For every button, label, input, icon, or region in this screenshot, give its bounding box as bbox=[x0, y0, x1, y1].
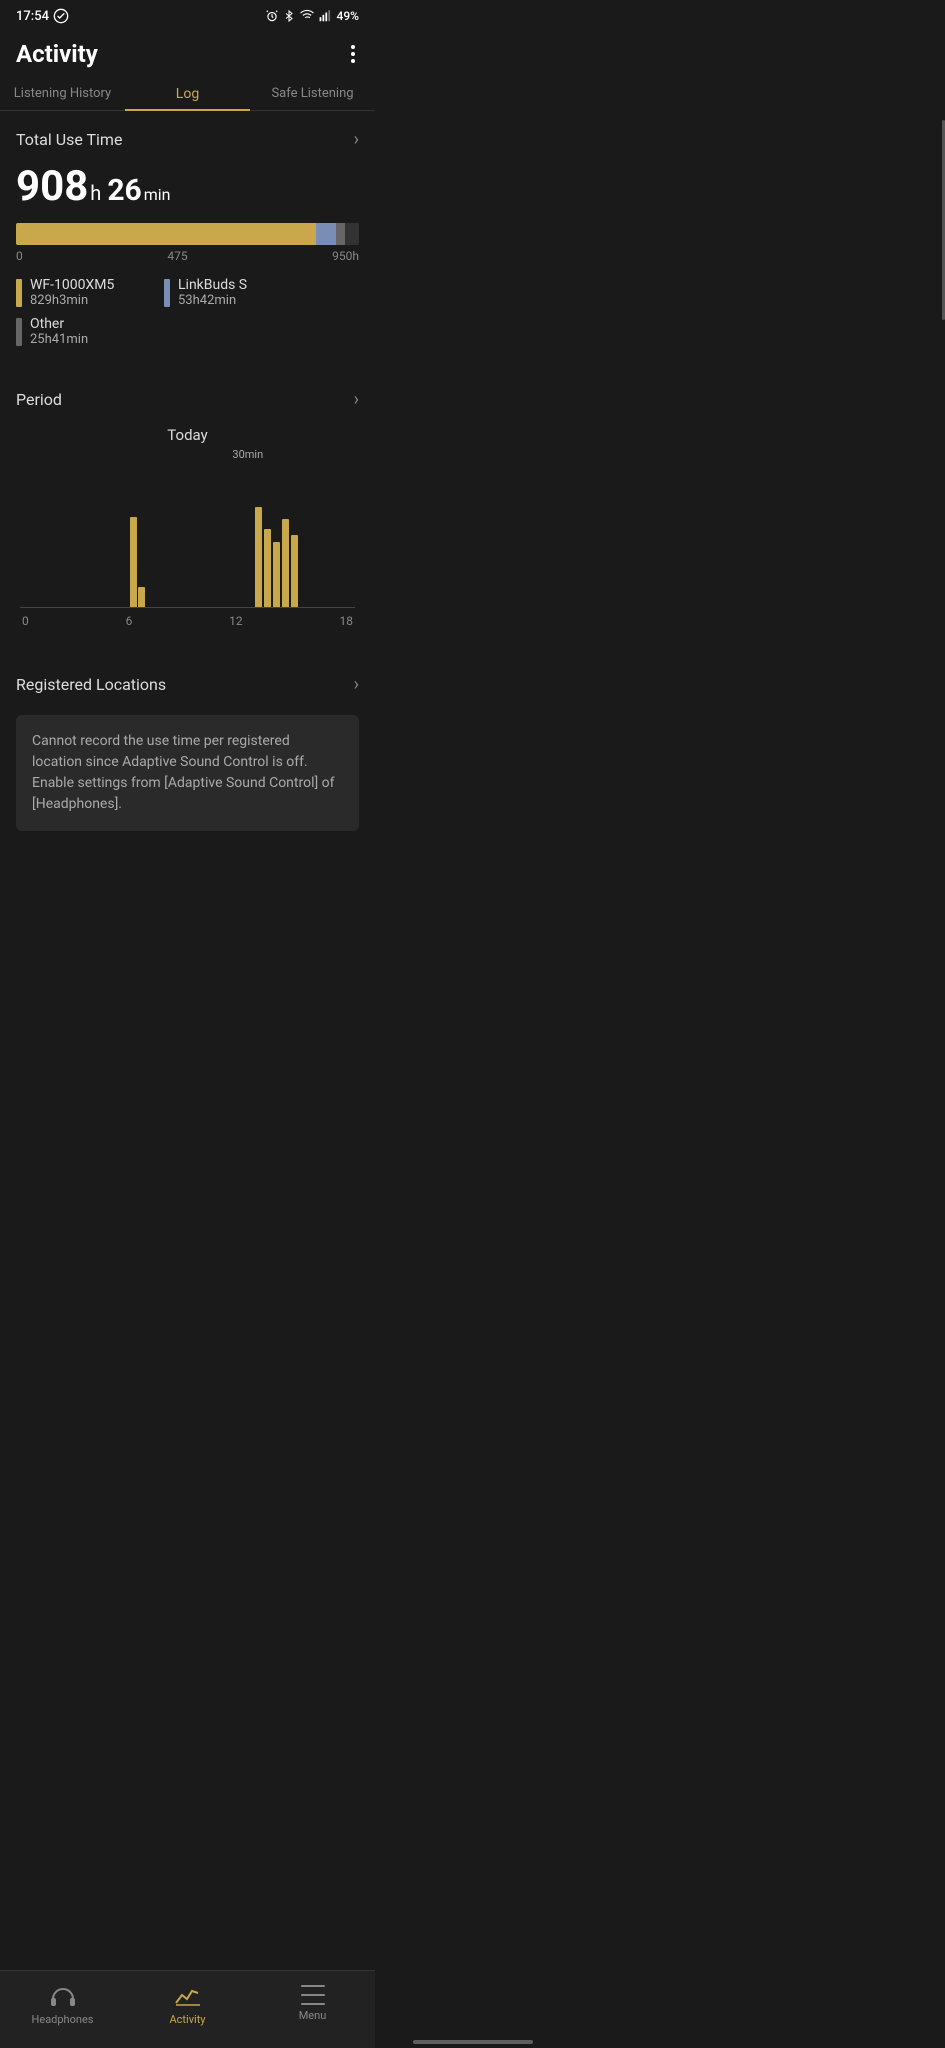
x-label-0: 0 bbox=[22, 614, 29, 628]
locations-label: Registered Locations bbox=[16, 675, 166, 694]
legend-wf: WF-1000XM5 829h3min bbox=[16, 277, 156, 308]
legend-other-name: Other bbox=[30, 316, 88, 332]
status-time-area: 17:54 bbox=[16, 8, 69, 24]
progress-other-segment bbox=[336, 223, 345, 245]
bar-12-1 bbox=[130, 517, 137, 607]
axis-start: 0 bbox=[16, 249, 23, 263]
total-use-time-label: Total Use Time bbox=[16, 130, 122, 149]
progress-bar bbox=[16, 223, 359, 245]
locations-info-box: Cannot record the use time per registere… bbox=[16, 715, 359, 831]
alarm-icon bbox=[265, 9, 279, 23]
axis-end: 950h bbox=[332, 249, 359, 263]
total-use-time-row[interactable]: Total Use Time › bbox=[16, 111, 359, 158]
hours-value: 908 bbox=[16, 162, 88, 211]
legend-wf-name: WF-1000XM5 bbox=[30, 277, 114, 293]
chart-title: Today bbox=[16, 426, 359, 444]
period-section: Period › Today 30min bbox=[16, 371, 359, 632]
header: Activity bbox=[0, 28, 375, 76]
nav-headphones-label: Headphones bbox=[32, 2013, 94, 2026]
nav-menu-label: Menu bbox=[299, 2009, 327, 2022]
period-label: Period bbox=[16, 390, 62, 409]
legend-lb-time: 53h42min bbox=[178, 293, 247, 308]
bar-16-5 bbox=[291, 535, 298, 607]
progress-axis-labels: 0 475 950h bbox=[16, 249, 359, 263]
progress-lb-segment bbox=[316, 223, 336, 245]
bar-12-2 bbox=[138, 587, 145, 607]
more-dot-3 bbox=[351, 59, 355, 63]
legend-wf-time: 829h3min bbox=[30, 293, 114, 308]
check-circle-icon bbox=[53, 8, 69, 24]
tab-safe-listening[interactable]: Safe Listening bbox=[250, 76, 375, 110]
legend-lb-color bbox=[164, 279, 170, 307]
minutes-label: min bbox=[144, 185, 171, 204]
chart-container: Today 30min bbox=[16, 426, 359, 632]
tab-listening-history[interactable]: Listening History bbox=[0, 76, 125, 110]
battery-percentage: 49% bbox=[337, 9, 359, 23]
time-display-row: 908 h 26 min bbox=[16, 162, 359, 211]
progress-wf-segment bbox=[16, 223, 316, 245]
bottom-nav: Headphones Activity Menu bbox=[0, 1970, 375, 2048]
home-indicator bbox=[413, 2040, 533, 2044]
more-dot-1 bbox=[351, 45, 355, 49]
status-bar: 17:54 49% bbox=[0, 0, 375, 28]
chart-bars bbox=[20, 468, 355, 608]
bluetooth-icon bbox=[283, 9, 295, 23]
legend-other-time: 25h41min bbox=[30, 332, 88, 347]
locations-row[interactable]: Registered Locations › bbox=[16, 656, 359, 703]
x-label-6: 6 bbox=[126, 614, 133, 628]
legend-other-color bbox=[16, 318, 22, 346]
bar-group-12 bbox=[130, 517, 145, 607]
total-use-time-chevron: › bbox=[354, 129, 359, 150]
device-legend: WF-1000XM5 829h3min LinkBuds S 53h42min … bbox=[16, 277, 359, 347]
tab-bar: Listening History Log Safe Listening bbox=[0, 76, 375, 111]
legend-lb: LinkBuds S 53h42min bbox=[164, 277, 304, 308]
x-label-18: 18 bbox=[339, 614, 353, 628]
bar-16-4 bbox=[282, 519, 289, 607]
chart-x-labels: 0 6 12 18 bbox=[20, 614, 355, 628]
minutes-value: 26 bbox=[107, 173, 141, 208]
status-icons-area: 49% bbox=[265, 9, 359, 23]
legend-lb-name: LinkBuds S bbox=[178, 277, 247, 293]
nav-headphones[interactable]: Headphones bbox=[0, 1979, 125, 2032]
wifi-icon bbox=[299, 9, 315, 23]
legend-wf-color bbox=[16, 279, 22, 307]
locations-chevron: › bbox=[354, 674, 359, 695]
main-content: Total Use Time › 908 h 26 min 0 475 950h… bbox=[0, 111, 375, 931]
nav-activity-label: Activity bbox=[169, 2013, 205, 2026]
nav-activity[interactable]: Activity bbox=[125, 1979, 250, 2032]
time-display: 17:54 bbox=[16, 9, 49, 24]
chart-annotation: 30min bbox=[232, 448, 263, 461]
more-options-button[interactable] bbox=[347, 41, 359, 67]
signal-icon bbox=[319, 9, 333, 23]
bar-16-1 bbox=[255, 507, 262, 607]
tab-log[interactable]: Log bbox=[125, 76, 250, 110]
headphones-icon bbox=[49, 1985, 77, 2009]
period-chevron: › bbox=[354, 389, 359, 410]
page-title: Activity bbox=[16, 40, 98, 68]
hours-label: h bbox=[90, 181, 101, 205]
more-dot-2 bbox=[351, 52, 355, 56]
period-row[interactable]: Period › bbox=[16, 371, 359, 418]
x-label-12: 12 bbox=[229, 614, 243, 628]
axis-mid: 475 bbox=[167, 249, 187, 263]
bar-16-3 bbox=[273, 542, 280, 607]
activity-icon bbox=[174, 1985, 202, 2009]
nav-menu[interactable]: Menu bbox=[250, 1979, 375, 2032]
bar-16-2 bbox=[264, 529, 271, 607]
legend-other: Other 25h41min bbox=[16, 316, 156, 347]
chart-area: 30min bbox=[20, 468, 355, 628]
bar-group-16 bbox=[255, 507, 298, 607]
progress-bar-container: 0 475 950h bbox=[16, 223, 359, 263]
menu-icon bbox=[301, 1985, 325, 2005]
locations-section: Registered Locations › Cannot record the… bbox=[16, 656, 359, 831]
locations-info-text: Cannot record the use time per registere… bbox=[32, 733, 335, 812]
